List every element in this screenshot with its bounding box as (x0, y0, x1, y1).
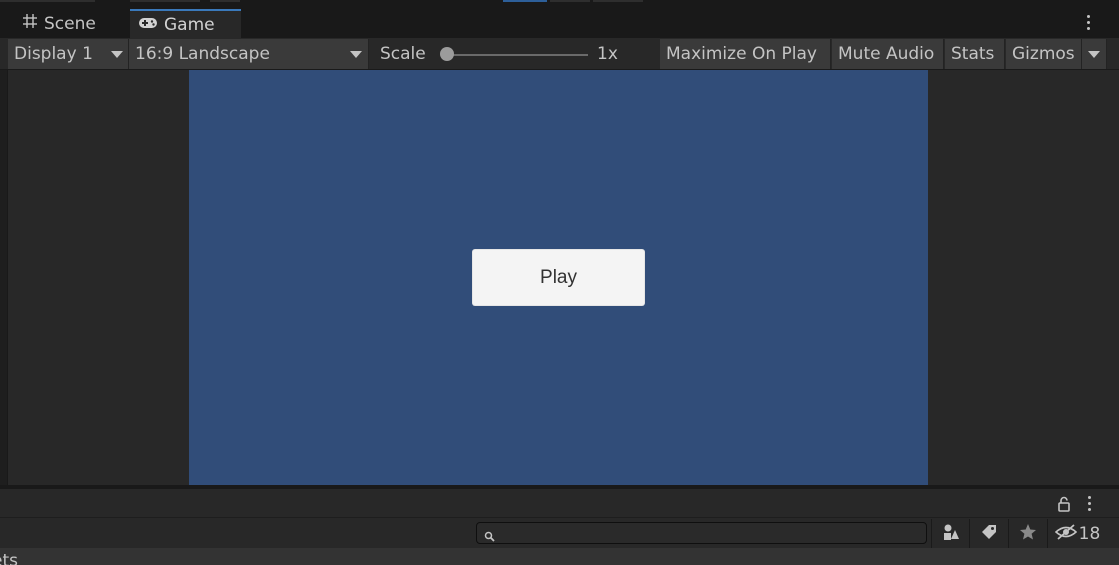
tag-icon (980, 523, 998, 545)
aspect-dropdown-label: 16:9 Landscape (135, 44, 270, 64)
maximize-on-play-label: Maximize On Play (666, 44, 817, 64)
filter-by-label-button[interactable] (969, 519, 1007, 548)
search-field[interactable] (476, 522, 927, 544)
tab-game-label: Game (164, 14, 215, 35)
play-button[interactable]: Play (473, 250, 644, 305)
tab-scene-label: Scene (44, 13, 96, 34)
game-view-toolbar: Display 1 16:9 Landscape Scale 1x Maximi… (0, 38, 1119, 70)
tab-game[interactable]: Game (130, 9, 241, 38)
mute-audio-label: Mute Audio (838, 44, 935, 64)
caret-down-icon (350, 51, 362, 58)
hidden-packages-count: 18 (1078, 523, 1101, 544)
stats-label: Stats (951, 44, 995, 64)
maximize-on-play-toggle[interactable]: Maximize On Play (660, 39, 831, 69)
project-panel-header (0, 489, 1119, 517)
gizmos-toggle[interactable]: Gizmos (1006, 39, 1082, 69)
assets-folder-label[interactable]: ets (0, 551, 18, 565)
eye-slash-icon (1054, 523, 1077, 544)
more-options-icon[interactable] (1079, 13, 1099, 33)
shapes-icon (942, 523, 960, 545)
caret-down-icon (1088, 51, 1100, 58)
scale-label: Scale (380, 44, 426, 64)
project-panel-content: ets (0, 548, 1119, 565)
gamepad-icon (138, 15, 158, 35)
game-canvas[interactable]: Play (189, 70, 928, 485)
tab-scene[interactable]: Scene (14, 9, 104, 38)
stats-toggle[interactable]: Stats (945, 39, 1005, 69)
project-toolbar: 18 (0, 517, 1119, 548)
lock-icon[interactable] (1057, 496, 1071, 512)
scale-control: Scale 1x (370, 39, 660, 69)
gizmos-dropdown[interactable] (1082, 39, 1107, 69)
more-options-icon[interactable] (1082, 493, 1098, 513)
filter-by-type-button[interactable] (931, 519, 969, 548)
scale-value: 1x (597, 44, 618, 64)
star-icon (1019, 523, 1037, 545)
favorites-button[interactable] (1008, 519, 1046, 548)
search-input[interactable] (501, 524, 921, 542)
gizmos-label: Gizmos (1012, 44, 1075, 64)
scale-slider-track[interactable] (445, 54, 588, 56)
mute-audio-toggle[interactable]: Mute Audio (832, 39, 944, 69)
unity-editor: Scene Game Display 1 16:9 Landscape Scal… (0, 0, 1119, 565)
scale-slider-handle[interactable] (440, 47, 454, 61)
aspect-dropdown[interactable]: 16:9 Landscape (129, 39, 369, 69)
display-dropdown-label: Display 1 (14, 44, 93, 64)
top-strip (0, 0, 1119, 9)
display-dropdown[interactable]: Display 1 (8, 39, 129, 69)
hidden-packages-toggle[interactable]: 18 (1047, 519, 1107, 548)
grid-icon (22, 13, 38, 34)
left-panel-edge (0, 70, 8, 485)
caret-down-icon (111, 51, 123, 58)
tab-bar: Scene Game (0, 9, 1119, 38)
search-icon (484, 528, 496, 542)
